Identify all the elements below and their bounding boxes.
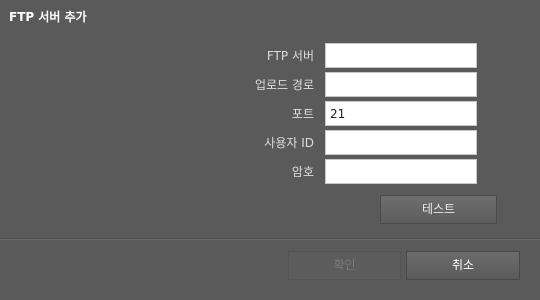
ok-button[interactable]: 확인 xyxy=(288,251,401,280)
server-label: FTP 서버 xyxy=(266,49,314,63)
cancel-button[interactable]: 취소 xyxy=(406,251,520,280)
upload-path-input[interactable] xyxy=(325,72,477,97)
upload-path-label: 업로드 경로 xyxy=(254,78,314,92)
dialog-title: FTP 서버 추가 xyxy=(9,10,87,24)
footer-divider xyxy=(0,238,540,240)
server-row: FTP 서버 xyxy=(0,43,540,68)
user-id-input[interactable] xyxy=(325,130,477,155)
ftp-server-add-dialog: FTP 서버 추가 FTP 서버 업로드 경로 포트 사용자 ID 암호 테스트… xyxy=(0,0,540,300)
port-input[interactable] xyxy=(325,101,477,126)
user-id-label: 사용자 ID xyxy=(264,136,314,150)
port-label: 포트 xyxy=(291,107,314,121)
password-label: 암호 xyxy=(291,165,314,179)
password-row: 암호 xyxy=(0,159,540,184)
password-input[interactable] xyxy=(325,159,477,184)
user-id-row: 사용자 ID xyxy=(0,130,540,155)
upload-path-row: 업로드 경로 xyxy=(0,72,540,97)
port-row: 포트 xyxy=(0,101,540,126)
server-input[interactable] xyxy=(325,43,477,68)
test-button[interactable]: 테스트 xyxy=(380,195,497,224)
